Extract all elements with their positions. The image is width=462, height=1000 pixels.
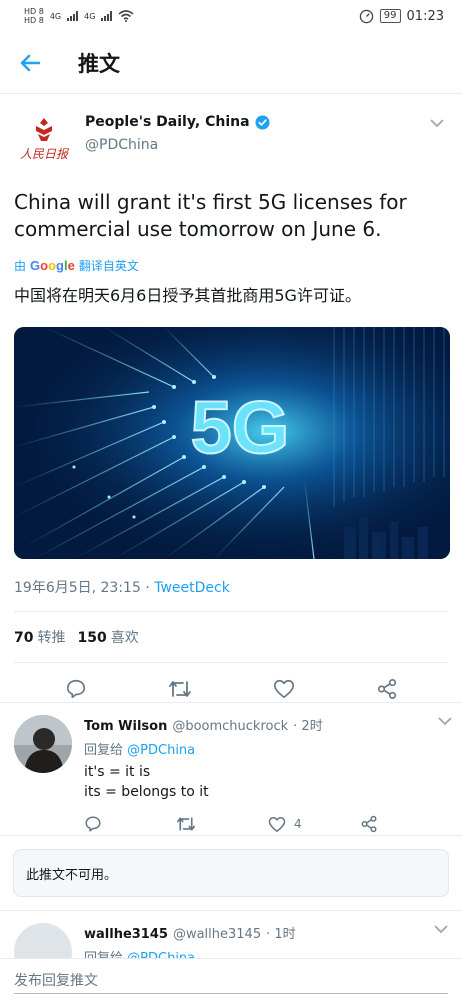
5g-image-label: 5G — [191, 386, 290, 469]
reply-text-line: its = belongs to it — [84, 784, 209, 800]
timer-icon — [359, 9, 374, 23]
translate-suffix: 翻译自英文 — [78, 259, 139, 273]
author-names: People's Daily, China @PDChina — [85, 114, 270, 153]
tweet-timestamp: 19年6月5日, 23:15 · — [14, 580, 155, 596]
user-photo — [14, 715, 72, 773]
reply-like-button[interactable]: 4 — [268, 816, 360, 833]
tweet-stats: 70 转推 150 喜欢 — [14, 612, 448, 662]
reply-icon — [85, 816, 101, 832]
reply-text-line: it's = it is — [84, 764, 151, 780]
translate-prefix: 由 — [14, 259, 27, 273]
arrow-left-icon — [20, 54, 40, 71]
author-handle: @PDChina — [85, 137, 159, 153]
signal-icon-2 — [101, 11, 113, 21]
author-avatar[interactable]: 人民日报 — [14, 109, 74, 169]
retweets-count: 70 — [14, 630, 34, 646]
logo-text: 人民日报 — [19, 146, 68, 161]
reply-author-handle: @wallhe3145 — [172, 927, 262, 942]
status-left: HD 8 HD 8 4G 4G — [24, 7, 134, 25]
likes-label: 喜欢 — [110, 630, 139, 646]
likes-count: 150 — [77, 630, 107, 646]
retweet-icon[interactable] — [168, 678, 192, 700]
reply-to-line: 回复给 @PDChina — [84, 739, 452, 758]
reply-header: Tom Wilson @boomchuckrock · 2时 — [84, 715, 452, 734]
unavailable-tweet-notice: 此推文不可用。 — [13, 849, 449, 897]
battery-indicator: 99 — [379, 9, 401, 23]
reply-tweet[interactable]: Tom Wilson @boomchuckrock · 2时 回复给 @PDCh… — [0, 702, 462, 836]
reply-to-prefix: 回复给 — [84, 743, 124, 758]
reply-time: · 2时 — [293, 719, 323, 734]
translated-text: 中国将在明天6月6日授予其首批商用5G许可证。 — [14, 286, 361, 305]
chevron-down-icon[interactable] — [438, 717, 452, 726]
reply-compose-input[interactable]: 发布回复推文 — [0, 958, 462, 1000]
reply-actions: 4 — [84, 815, 452, 833]
reply-author-name[interactable]: Tom Wilson — [84, 719, 167, 734]
google-logo: Google — [30, 258, 75, 273]
reply-reply-button[interactable] — [84, 815, 176, 833]
reply-body: Tom Wilson @boomchuckrock · 2时 回复给 @PDCh… — [84, 715, 452, 835]
reply-to-mention[interactable]: @PDChina — [127, 743, 195, 758]
reply-text: it's = it is its = belongs to it — [84, 762, 452, 802]
sim-indicators: HD 8 HD 8 — [24, 7, 44, 25]
share-icon — [361, 815, 377, 833]
author-name: People's Daily, China — [85, 114, 250, 130]
reply-icon[interactable] — [65, 678, 87, 700]
app-header: 推文 — [0, 32, 462, 94]
signal-icon — [67, 11, 79, 21]
reply-header: wallhe3145 @wallhe3145 · 1时 — [84, 923, 448, 942]
net2-label: 4G — [84, 11, 96, 21]
reply-tweet[interactable]: wallhe3145 @wallhe3145 · 1时 回复给 @PDChina — [0, 910, 462, 962]
page-title: 推文 — [78, 51, 120, 76]
reply-retweet-button[interactable] — [176, 815, 268, 833]
tweet-author-row: 人民日报 People's Daily, China @PDChina — [14, 109, 448, 169]
status-right: 99 01:23 — [359, 9, 444, 24]
back-button[interactable] — [0, 54, 60, 72]
sim2-label: HD 8 — [24, 16, 44, 25]
reply-like-count: 4 — [294, 817, 302, 831]
wifi-icon — [118, 10, 134, 22]
chevron-down-icon[interactable] — [434, 925, 448, 934]
share-icon[interactable] — [376, 678, 398, 700]
reply-share-button[interactable] — [360, 815, 452, 833]
reply-time: · 1时 — [266, 927, 296, 942]
retweets-stat[interactable]: 70 转推 — [14, 627, 65, 647]
tweet-image[interactable]: 5G — [14, 327, 450, 559]
compose-underline — [14, 993, 448, 994]
tweet-text: China will grant it's first 5G licenses … — [14, 190, 407, 241]
5g-image: 5G — [14, 327, 450, 559]
heart-icon[interactable] — [273, 678, 295, 700]
author-name-row[interactable]: People's Daily, China — [85, 114, 270, 130]
compose-placeholder: 发布回复推文 — [14, 972, 98, 989]
clock: 01:23 — [406, 8, 444, 24]
reply-author-name[interactable]: wallhe3145 — [84, 927, 168, 942]
translation-attribution[interactable]: 由 Google 翻译自英文 — [14, 257, 448, 274]
reply-body: wallhe3145 @wallhe3145 · 1时 回复给 @PDChina — [84, 923, 448, 962]
avatar[interactable] — [14, 715, 72, 773]
verified-badge-icon — [255, 114, 270, 130]
heart-icon — [268, 816, 286, 832]
main-tweet: 人民日报 People's Daily, China @PDChina Chin… — [0, 95, 462, 715]
avatar[interactable] — [14, 923, 72, 962]
reply-author-handle: @boomchuckrock — [172, 719, 289, 734]
chevron-down-icon[interactable] — [430, 119, 444, 128]
tweet-meta: 19年6月5日, 23:15 · TweetDeck — [14, 577, 448, 597]
peoples-daily-logo-icon — [36, 117, 52, 141]
status-bar: HD 8 HD 8 4G 4G 99 01:23 — [0, 0, 462, 32]
sim1-label: HD 8 — [24, 7, 44, 16]
likes-stat[interactable]: 150 喜欢 — [77, 627, 138, 647]
retweets-label: 转推 — [37, 630, 66, 646]
net1-label: 4G — [49, 11, 62, 21]
tweet-source-link[interactable]: TweetDeck — [154, 580, 230, 596]
retweet-icon — [177, 817, 195, 831]
